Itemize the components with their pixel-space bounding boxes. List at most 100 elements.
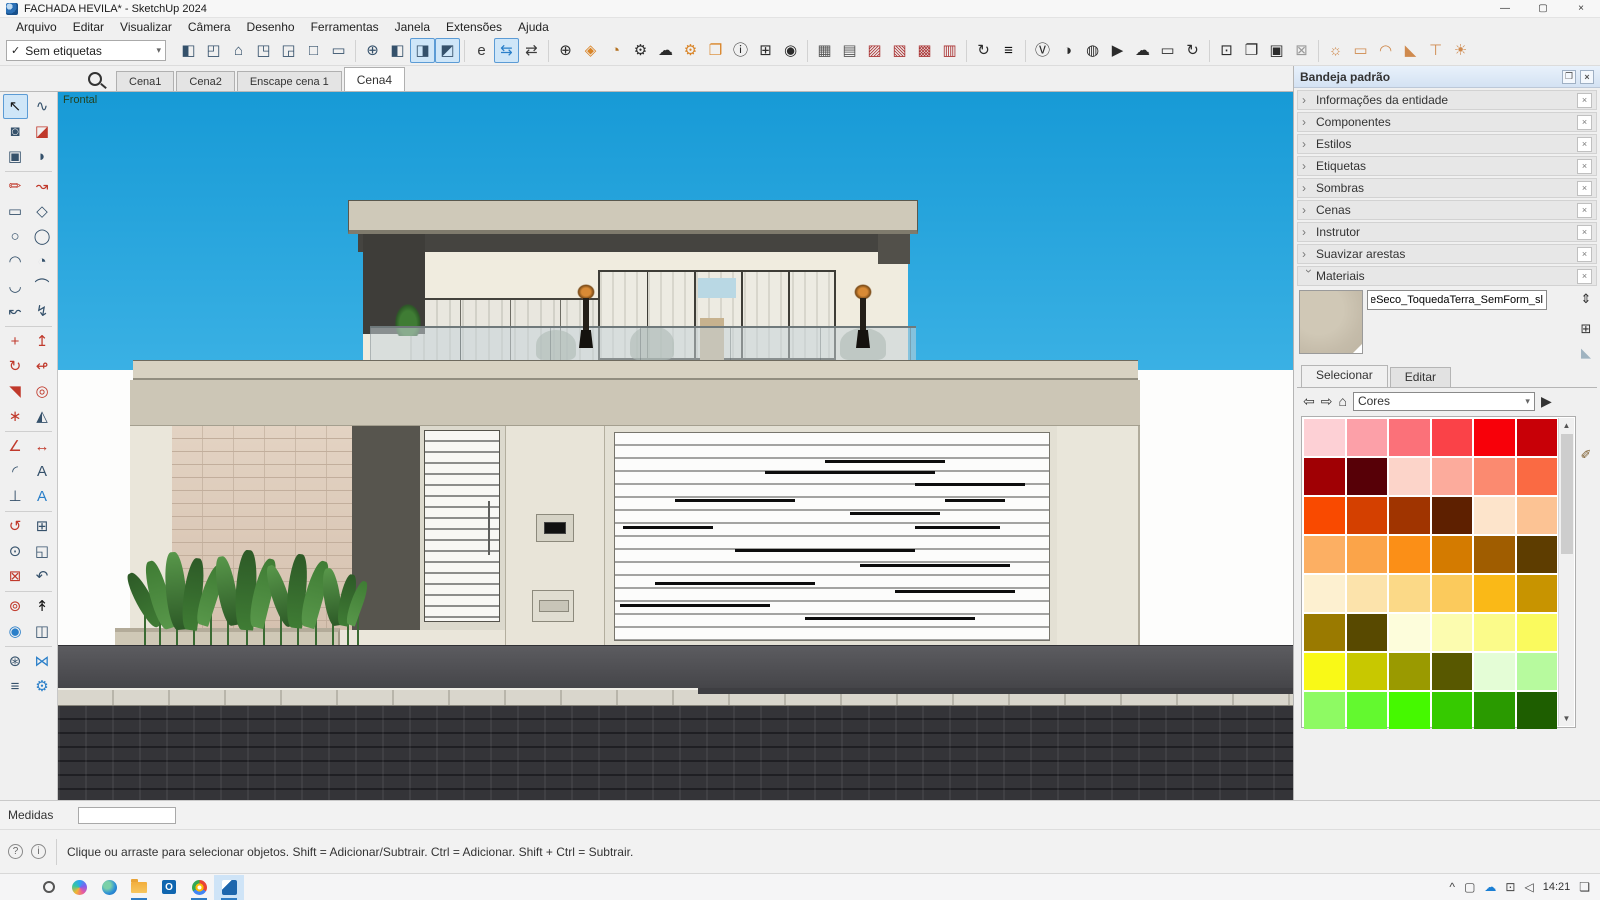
taskbar-start-button[interactable] <box>4 875 34 900</box>
polygon-tool-button[interactable]: ◯ <box>30 224 55 249</box>
close-button[interactable]: × <box>1562 0 1600 17</box>
color-swatch[interactable] <box>1389 692 1430 729</box>
scrollbar-thumb[interactable] <box>1561 434 1573 554</box>
position-camera-tool-button[interactable]: ⊚ <box>3 594 28 619</box>
tag-filter-dropdown[interactable]: ✓ Sem etiquetas ▾ <box>6 40 166 61</box>
scroll-up-icon[interactable]: ▲ <box>1559 418 1574 433</box>
follow-me-tool-button[interactable]: ↫ <box>30 354 55 379</box>
orbit-tool-button[interactable]: ↺ <box>3 514 28 539</box>
line-tool-button[interactable]: ✏ <box>3 174 28 199</box>
enscape-sync-button[interactable]: ⇆ <box>494 38 519 63</box>
tray-section-sombras[interactable]: ›Sombras× <box>1297 178 1597 198</box>
account-button[interactable]: ◉ <box>778 38 803 63</box>
menu-ferramentas[interactable]: Ferramentas <box>303 19 387 35</box>
geolocation-icon[interactable]: i <box>31 844 46 859</box>
color-swatch[interactable] <box>1432 536 1473 573</box>
pie-tool-button[interactable]: ◔ <box>30 249 55 274</box>
close-icon[interactable]: × <box>1580 70 1594 84</box>
clock[interactable]: 14:21 <box>1543 881 1571 893</box>
tray-expand-icon[interactable]: ^ <box>1449 880 1455 894</box>
push-pull-tool-button[interactable]: ↥ <box>30 329 55 354</box>
axes-tool-button[interactable]: ⊥ <box>3 484 28 509</box>
add-location-button[interactable]: ⊕ <box>553 38 578 63</box>
vray-sun-light-button[interactable]: ☀ <box>1448 38 1473 63</box>
front-view-button[interactable]: ⌂ <box>226 38 251 63</box>
menu-janela[interactable]: Janela <box>387 19 438 35</box>
color-swatch[interactable] <box>1517 536 1558 573</box>
color-swatch[interactable] <box>1304 458 1345 495</box>
sample-paint-icon[interactable]: ✐ <box>1577 446 1595 464</box>
texture-tool-5-button[interactable]: ▩ <box>912 38 937 63</box>
texture-tool-2-button[interactable]: ▤ <box>837 38 862 63</box>
flip-tool-button[interactable]: ◭ <box>30 404 55 429</box>
color-swatch[interactable] <box>1432 614 1473 651</box>
left-view-button[interactable]: ◰ <box>201 38 226 63</box>
zoom-tool-button[interactable]: ⊙ <box>3 539 28 564</box>
color-swatch[interactable] <box>1432 419 1473 456</box>
minimize-button[interactable]: — <box>1486 0 1524 17</box>
vray-render-interactive-button[interactable]: ▶ <box>1105 38 1130 63</box>
color-swatch[interactable] <box>1474 614 1515 651</box>
eraser-tool-button[interactable]: ◪ <box>30 119 55 144</box>
tray-section-instrutor[interactable]: ›Instrutor× <box>1297 222 1597 242</box>
arc-tool-button[interactable]: ◠ <box>3 249 28 274</box>
top-view-button[interactable]: □ <box>301 38 326 63</box>
camera-target-button[interactable]: ⊕ <box>360 38 385 63</box>
previous-view-tool-button[interactable]: ↶ <box>30 564 55 589</box>
polyline-tool-button[interactable]: ↯ <box>30 299 55 324</box>
color-swatch[interactable] <box>1474 536 1515 573</box>
color-swatch[interactable] <box>1517 653 1558 690</box>
scene-tab-cena2[interactable]: Cena2 <box>176 71 234 91</box>
color-swatch[interactable] <box>1432 575 1473 612</box>
create-material-icon[interactable]: ⊞ <box>1577 320 1595 338</box>
notification-center-icon[interactable]: ❏ <box>1579 880 1590 894</box>
color-swatch[interactable] <box>1389 497 1430 534</box>
move-tool-button[interactable]: + <box>3 329 28 354</box>
color-swatch[interactable] <box>1517 419 1558 456</box>
color-swatch[interactable] <box>1432 653 1473 690</box>
color-swatch[interactable] <box>1474 458 1515 495</box>
color-swatch[interactable] <box>1517 497 1558 534</box>
cart-button[interactable]: ⊞ <box>753 38 778 63</box>
color-swatch[interactable] <box>1347 419 1388 456</box>
secondary-pane-icon[interactable]: ⇕ <box>1577 290 1595 308</box>
color-swatch[interactable] <box>1517 692 1558 729</box>
tape-measure-tool-button[interactable]: ∠ <box>3 434 28 459</box>
vray-update-button[interactable]: ↻ <box>1180 38 1205 63</box>
scene-tab-cena1[interactable]: Cena1 <box>116 71 174 91</box>
home-icon[interactable]: ⌂ <box>1338 393 1346 409</box>
entity-shield-button[interactable]: ◈ <box>578 38 603 63</box>
color-swatch[interactable] <box>1474 419 1515 456</box>
close-icon[interactable]: × <box>1577 93 1592 108</box>
right-view-button[interactable]: ◳ <box>251 38 276 63</box>
texture-tool-1-button[interactable]: ▦ <box>812 38 837 63</box>
threed-text-tool-button[interactable]: A <box>30 484 55 509</box>
color-swatch[interactable] <box>1347 575 1388 612</box>
two-point-arc-tool-button[interactable]: ◡ <box>3 274 28 299</box>
material-thumbnail[interactable] <box>1299 290 1363 354</box>
color-swatch[interactable] <box>1304 692 1345 729</box>
rotated-rectangle-tool-button[interactable]: ◇ <box>30 199 55 224</box>
vray-vfb-window-button[interactable]: ❐ <box>1239 38 1264 63</box>
info-button[interactable]: ⓘ <box>728 38 753 63</box>
offset-tool-button[interactable]: ◎ <box>30 379 55 404</box>
tray-section-cenas[interactable]: ›Cenas× <box>1297 200 1597 220</box>
help-icon[interactable]: ? <box>8 844 23 859</box>
taskbar-chrome-button[interactable] <box>184 875 214 900</box>
color-swatch[interactable] <box>1347 692 1388 729</box>
color-swatch[interactable] <box>1389 536 1430 573</box>
gear-button[interactable]: ⚙ <box>628 38 653 63</box>
enscape-button[interactable]: e <box>469 38 494 63</box>
tab-selecionar[interactable]: Selecionar <box>1301 365 1388 387</box>
iso-view-button[interactable]: ◧ <box>176 38 201 63</box>
search-icon[interactable] <box>88 72 102 86</box>
taskbar-file-explorer-button[interactable] <box>124 875 154 900</box>
vray-ies-light-button[interactable]: ⊤ <box>1423 38 1448 63</box>
color-swatch[interactable] <box>1347 458 1388 495</box>
color-swatch[interactable] <box>1304 575 1345 612</box>
dimensions-tool-button[interactable]: ↔ <box>30 434 55 459</box>
close-icon[interactable]: × <box>1577 159 1592 174</box>
color-swatch[interactable] <box>1432 497 1473 534</box>
style-shaded-button[interactable]: ◧ <box>385 38 410 63</box>
color-swatch[interactable] <box>1304 419 1345 456</box>
